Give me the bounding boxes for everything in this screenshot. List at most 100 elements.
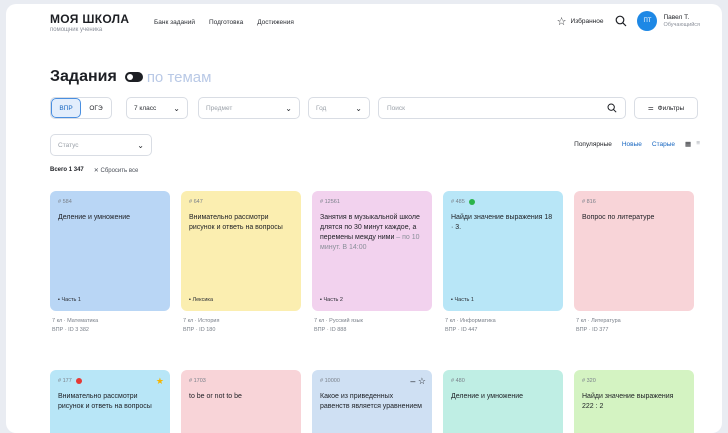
task-card-text-faded: – по 10 минут. В 14:00 [320, 234, 420, 251]
task-card-id: # 177 [58, 378, 72, 384]
search-icon [607, 103, 617, 113]
task-card[interactable]: # 584 Деление и умножение ▪ Часть 1 [50, 191, 170, 311]
status-dot-icon [468, 199, 475, 205]
task-card-id: # 647 [189, 199, 203, 205]
task-card-subject: 7 кл · Информатика [445, 318, 496, 324]
task-card-meta: # 816 [582, 199, 686, 205]
task-card-tag: ▪ Часть 1 [58, 297, 81, 303]
reset-filters-button[interactable]: ✕ Сбросить все [94, 167, 139, 174]
search-placeholder: Поиск [387, 104, 406, 112]
task-card[interactable]: # 320 Найди значение выражения 222 : 2 [574, 370, 694, 433]
task-card-text: to be or not to be [189, 393, 242, 400]
chevron-down-icon: ⌄ [285, 103, 292, 113]
status-dot-icon [75, 378, 82, 384]
search-input[interactable]: Поиск [378, 97, 626, 119]
task-card-id: # 12561 [320, 199, 340, 205]
subject-select[interactable]: Предмет ⌄ [198, 97, 300, 119]
year-select-placeholder: Год [316, 104, 327, 112]
favorite-star-icon[interactable]: ★ [156, 376, 164, 387]
task-card[interactable]: # 10000 Какое из приведенных равенств явл… [312, 370, 432, 433]
task-card-exam-id: ВПР · ID 377 [576, 327, 609, 333]
grid-view-icon[interactable]: ▦ [685, 140, 691, 148]
sort-old[interactable]: Старые [652, 141, 675, 148]
task-card[interactable]: # 480 Деление и умножение [443, 370, 563, 433]
nav-preparation[interactable]: Подготовка [209, 19, 243, 26]
task-card-text: Найди значение выражения 18 · 3. [451, 214, 553, 231]
user-info[interactable]: Павел Т. Обучающийся [663, 14, 700, 28]
logo[interactable]: МОЯ ШКОЛА помощник ученика [50, 12, 129, 33]
nav-task-bank[interactable]: Банк заданий [154, 19, 195, 26]
task-card-text: Деление и умножение [58, 214, 131, 221]
task-card-tag: ▪ Лексика [189, 297, 214, 303]
class-select[interactable]: 7 класс ⌄ [126, 97, 188, 119]
task-card-tag: ▪ Часть 1 [451, 297, 474, 303]
page: МОЯ ШКОЛА помощник ученика Банк заданий … [6, 4, 722, 433]
nav-achievements[interactable]: Достижения [257, 19, 294, 26]
task-card-meta: # 320 [582, 378, 686, 384]
avatar[interactable]: ПТ [637, 11, 658, 31]
topic-mode-label[interactable]: по темам [147, 69, 212, 86]
task-card-exam-id: ВПР · ID 180 [183, 327, 216, 333]
header: МОЯ ШКОЛА помощник ученика Банк заданий … [6, 4, 722, 44]
task-card-details: 7 кл · История ВПР · ID 180 [183, 317, 219, 335]
logo-subtitle: помощник ученика [50, 27, 103, 33]
task-card-meta: # 12561 [320, 199, 424, 205]
task-card-id: # 584 [58, 199, 72, 205]
task-card-text: Внимательно рассмотри рисунок и ответь н… [58, 393, 152, 410]
task-card-subject: 7 кл · История [183, 318, 220, 324]
task-card-subject: 7 кл · Математика [52, 318, 99, 324]
task-card-exam-id: ВПР · ID 3 382 [52, 327, 89, 333]
user-role: Обучающийся [663, 22, 700, 28]
list-view-icon[interactable]: ≡ [696, 140, 700, 148]
sort-popular[interactable]: Популярные [574, 141, 612, 148]
task-card-text: Деление и умножение [451, 393, 524, 400]
task-card-text: Занятия в музыкальной школе длятся по 30… [320, 214, 420, 251]
filters-button-label: Фильтры [657, 104, 685, 112]
favorites-button[interactable]: ☆ Избранное [557, 15, 604, 28]
user-name: Павел Т. [663, 14, 690, 21]
favorite-star-icon[interactable]: – ☆ [410, 376, 426, 387]
task-card-id: # 1703 [189, 378, 206, 384]
chevron-down-icon: ⌄ [137, 140, 144, 150]
filters-button[interactable]: ⚌ Фильтры [634, 97, 698, 119]
year-select[interactable]: Год ⌄ [308, 97, 370, 119]
task-card-details: 7 кл · Русский язык ВПР · ID 888 [314, 317, 363, 335]
sort-new[interactable]: Новые [622, 141, 642, 148]
task-card[interactable]: # 816 Вопрос по литературе [574, 191, 694, 311]
status-select[interactable]: Статус ⌄ [50, 134, 152, 156]
task-card-id: # 485 [451, 199, 465, 205]
class-select-value: 7 класс [134, 104, 157, 112]
task-card-meta: # 1703 [189, 378, 293, 384]
task-card-subject: 7 кл · Русский язык [314, 318, 363, 324]
task-card-details: 7 кл · Математика ВПР · ID 3 382 [52, 317, 98, 335]
task-card[interactable]: # 485 Найди значение выражения 18 · 3. ▪ Ч… [443, 191, 563, 311]
task-card[interactable]: # 177 Внимательно рассмотри рисунок и отв… [50, 370, 170, 433]
sort-controls: Популярные Новые Старые ▦ ≡ [574, 140, 700, 148]
task-card-tag: ▪ Часть 2 [320, 297, 343, 303]
topic-mode-toggle[interactable] [124, 72, 143, 82]
task-card[interactable]: # 1703 to be or not to be [181, 370, 301, 433]
tab-oge[interactable]: ОГЭ [81, 98, 111, 118]
task-card-exam-id: ВПР · ID 888 [314, 327, 347, 333]
task-card-meta: # 480 [451, 378, 555, 384]
chevron-down-icon: ⌄ [173, 103, 180, 113]
search-icon[interactable] [615, 15, 627, 27]
task-card-details: 7 кл · Информатика ВПР · ID 447 [445, 317, 496, 335]
task-card-subject: 7 кл · Литература [576, 318, 621, 324]
main-nav: Банк заданий Подготовка Достижения [154, 19, 294, 26]
header-right: ☆ Избранное ПТ Павел Т. Обучающийся [557, 11, 700, 31]
task-card-meta: # 10000 [320, 378, 424, 384]
tab-vpr[interactable]: ВПР [51, 98, 81, 118]
task-card-text: Найди значение выражения 222 : 2 [582, 393, 674, 410]
task-card-meta: # 177 [58, 378, 162, 384]
task-card[interactable]: # 647 Внимательно рассмотри рисунок и отв… [181, 191, 301, 311]
favorites-label: Избранное [570, 17, 604, 25]
task-card-id: # 480 [451, 378, 465, 384]
page-title: Задания [50, 68, 117, 85]
exam-type-switch: ВПР ОГЭ [50, 97, 112, 119]
task-card-text: Вопрос по литературе [582, 214, 655, 221]
total-count: Всего 1 347 [50, 167, 84, 173]
task-card-text: Какое из приведенных равенств является у… [320, 393, 422, 410]
task-card-exam-id: ВПР · ID 447 [445, 327, 478, 333]
task-card[interactable]: # 12561 Занятия в музыкальной школе длятс… [312, 191, 432, 311]
